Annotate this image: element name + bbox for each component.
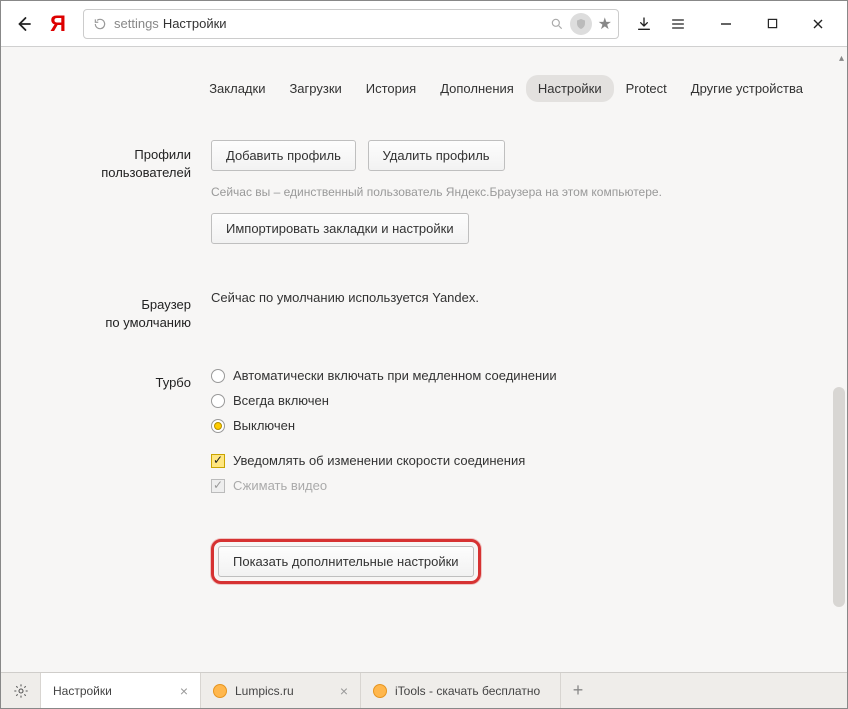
nav-tab-history[interactable]: История	[354, 75, 428, 102]
downloads-button[interactable]	[627, 16, 661, 32]
section-title-line1: Браузер	[141, 297, 191, 312]
radio-icon	[211, 419, 225, 433]
bookmark-star-icon[interactable]: ★	[598, 14, 612, 34]
section-title-line2: пользователей	[101, 165, 191, 180]
section-profiles: Профили пользователей Добавить профиль У…	[1, 140, 815, 254]
section-default-body: Сейчас по умолчанию используется Yandex.	[211, 290, 815, 332]
tab-label: Настройки	[53, 684, 112, 698]
search-icon[interactable]	[550, 17, 564, 31]
bottom-tabstrip: Настройки × Lumpics.ru × iTools - скачат…	[1, 672, 847, 708]
section-title-line2: по умолчанию	[105, 315, 191, 330]
arrow-left-icon	[15, 15, 33, 33]
window-controls	[703, 7, 841, 41]
section-advanced-body: Показать дополнительные настройки	[211, 539, 815, 584]
turbo-radio-auto[interactable]: Автоматически включать при медленном сое…	[211, 368, 815, 383]
section-turbo-title: Турбо	[1, 368, 211, 503]
radio-icon	[211, 394, 225, 408]
checkbox-icon	[211, 454, 225, 468]
new-tab-button[interactable]: +	[561, 673, 595, 708]
add-profile-button[interactable]: Добавить профиль	[211, 140, 356, 171]
tab-close-button[interactable]: ×	[340, 683, 348, 699]
checkbox-label: Уведомлять об изменении скорости соедине…	[233, 453, 525, 468]
nav-tab-protect[interactable]: Protect	[614, 75, 679, 102]
reload-icon	[93, 17, 107, 31]
favicon-icon	[373, 684, 387, 698]
import-bookmarks-button[interactable]: Импортировать закладки и настройки	[211, 213, 469, 244]
gear-icon	[13, 683, 29, 699]
section-advanced-spacer	[1, 539, 211, 584]
back-button[interactable]	[7, 7, 41, 41]
nav-tab-bookmarks[interactable]: Закладки	[197, 75, 277, 102]
tab-itools[interactable]: iTools - скачать бесплатно	[361, 673, 561, 708]
section-advanced: Показать дополнительные настройки	[1, 539, 815, 584]
turbo-check-compress: Сжимать видео	[211, 478, 815, 493]
section-default-title: Браузер по умолчанию	[1, 290, 211, 332]
titlebar: Я settings Настройки ★	[1, 1, 847, 47]
advanced-highlight: Показать дополнительные настройки	[211, 539, 481, 584]
settings-sections: Профили пользователей Добавить профиль У…	[1, 120, 847, 650]
yandex-logo-icon[interactable]: Я	[41, 7, 75, 41]
url-scheme: settings	[114, 16, 159, 31]
profiles-hint-text: Сейчас вы – единственный пользователь Ян…	[211, 185, 815, 199]
tab-label: Lumpics.ru	[235, 684, 294, 698]
favicon-icon	[213, 684, 227, 698]
nav-tab-devices[interactable]: Другие устройства	[679, 75, 815, 102]
download-icon	[636, 16, 652, 32]
reload-button[interactable]	[90, 17, 110, 31]
section-default-browser: Браузер по умолчанию Сейчас по умолчанию…	[1, 290, 815, 332]
turbo-radio-off[interactable]: Выключен	[211, 418, 815, 433]
turbo-radio-always[interactable]: Всегда включен	[211, 393, 815, 408]
scrollbar-thumb[interactable]	[833, 387, 845, 607]
address-bar[interactable]: settings Настройки ★	[83, 9, 619, 39]
section-turbo-body: Автоматически включать при медленном сое…	[211, 368, 815, 503]
minimize-icon	[720, 18, 732, 30]
settings-nav-tabs: Закладки Загрузки История Дополнения Нас…	[1, 47, 847, 120]
window-minimize-button[interactable]	[703, 7, 749, 41]
menu-button[interactable]	[661, 16, 695, 32]
tab-close-button[interactable]: ×	[180, 683, 188, 699]
hamburger-icon	[670, 16, 686, 32]
nav-tab-addons[interactable]: Дополнения	[428, 75, 526, 102]
checkbox-label: Сжимать видео	[233, 478, 327, 493]
radio-label: Автоматически включать при медленном сое…	[233, 368, 557, 383]
nav-tab-settings[interactable]: Настройки	[526, 75, 614, 102]
nav-tab-downloads[interactable]: Загрузки	[277, 75, 353, 102]
section-turbo: Турбо Автоматически включать при медленн…	[1, 368, 815, 503]
close-icon	[812, 18, 824, 30]
checkbox-icon	[211, 479, 225, 493]
section-title-line1: Профили	[134, 147, 191, 162]
maximize-icon	[767, 18, 778, 29]
radio-icon	[211, 369, 225, 383]
default-browser-text: Сейчас по умолчанию используется Yandex.	[211, 290, 479, 305]
scroll-up-arrow-icon[interactable]: ▴	[839, 53, 844, 64]
radio-label: Выключен	[233, 418, 295, 433]
address-bar-right: ★	[550, 13, 612, 35]
show-advanced-settings-button[interactable]: Показать дополнительные настройки	[218, 546, 474, 577]
tab-settings[interactable]: Настройки ×	[41, 673, 201, 708]
content-area: ▴ Закладки Загрузки История Дополнения Н…	[1, 47, 847, 672]
section-profiles-body: Добавить профиль Удалить профиль Сейчас …	[211, 140, 815, 254]
delete-profile-button[interactable]: Удалить профиль	[368, 140, 505, 171]
section-profiles-title: Профили пользователей	[1, 140, 211, 254]
tabstrip-settings-button[interactable]	[1, 673, 41, 708]
radio-label: Всегда включен	[233, 393, 329, 408]
window-close-button[interactable]	[795, 7, 841, 41]
turbo-check-notify[interactable]: Уведомлять об изменении скорости соедине…	[211, 453, 815, 468]
shield-pill-icon[interactable]	[570, 13, 592, 35]
tab-label: iTools - скачать бесплатно	[395, 684, 540, 698]
url-page: Настройки	[163, 16, 227, 31]
window-maximize-button[interactable]	[749, 7, 795, 41]
tab-lumpics[interactable]: Lumpics.ru ×	[201, 673, 361, 708]
